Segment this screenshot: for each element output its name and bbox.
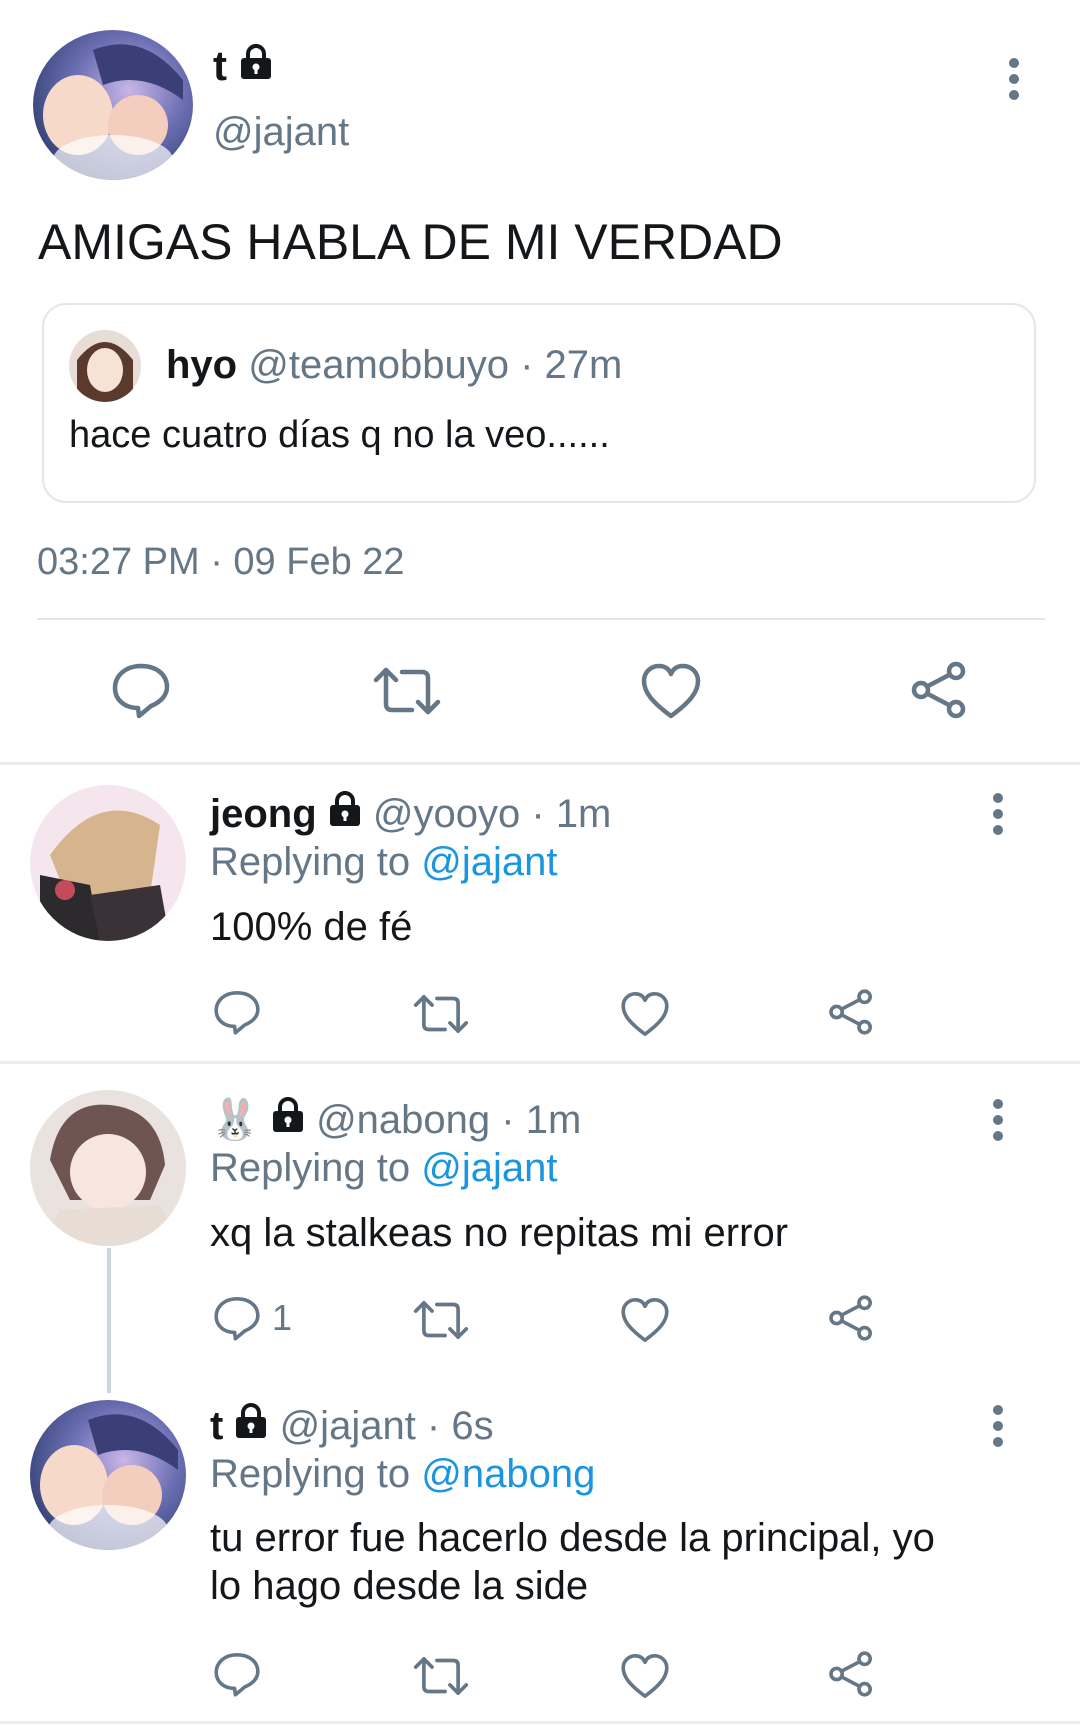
retweet-icon[interactable] [372,664,442,718]
reply-icon[interactable] [212,988,262,1036]
reply-text: xq la stalkeas no repitas mi error [210,1211,789,1255]
replying-to-link[interactable]: @jajant [421,840,557,884]
author-handle[interactable]: @jajant [213,108,349,156]
more-icon[interactable] [1009,58,1023,106]
avatar[interactable] [30,1400,186,1550]
like-icon[interactable] [620,1296,670,1344]
retweet-icon[interactable] [412,992,470,1036]
like-icon[interactable] [640,662,702,720]
more-icon[interactable] [993,793,1007,841]
replying-prefix: Replying to [210,1146,411,1190]
like-icon[interactable] [620,1652,670,1700]
divider [0,1061,1080,1064]
lock-icon [239,42,273,90]
reply-icon[interactable] [212,1294,262,1342]
thread-line [107,1248,111,1393]
replying-prefix: Replying to [210,840,411,884]
share-icon[interactable] [826,1294,876,1342]
quoted-tweet[interactable]: hyo @teamobbuyo · 27m hace cuatro días q… [42,303,1036,503]
reply-header[interactable]: 🐰 @nabong · 1m [210,1096,581,1144]
retweet-icon[interactable] [412,1298,470,1342]
quoted-text: hace cuatro días q no la veo...... [69,414,610,456]
author-name[interactable]: t [213,42,273,90]
reply-header[interactable]: jeong @yooyo · 1m [210,790,611,838]
more-icon[interactable] [993,1099,1007,1147]
lock-icon [234,1402,268,1450]
lock-icon [328,790,362,838]
reply-count: 1 [272,1297,293,1338]
avatar[interactable] [30,1090,186,1246]
replying-to-link[interactable]: @nabong [421,1452,595,1496]
display-name: jeong [210,792,317,836]
share-icon[interactable] [826,1650,876,1698]
replying-to: Replying to @nabong [210,1450,595,1498]
reply-header[interactable]: t @jajant · 6s [210,1402,494,1450]
divider [0,762,1080,765]
replying-to: Replying to @jajant [210,838,557,886]
share-icon[interactable] [908,660,970,720]
avatar [69,330,141,402]
display-name: t [210,1404,224,1448]
avatar[interactable] [30,785,186,941]
avatar[interactable] [33,30,193,180]
reply-text: tu error fue hacerlo desde la principal,… [210,1516,935,1560]
reply-icon[interactable] [212,1650,262,1698]
retweet-icon[interactable] [412,1654,470,1698]
replying-to: Replying to @jajant [210,1144,557,1192]
display-name: t [213,42,227,89]
handle-time: @yooyo · 1m [372,792,612,836]
reply-text: lo hago desde la side [210,1564,589,1608]
reply-icon[interactable] [110,660,172,720]
divider [37,618,1045,620]
share-icon[interactable] [826,988,876,1036]
display-name: 🐰 [210,1098,260,1142]
like-icon[interactable] [620,990,670,1038]
replying-to-link[interactable]: @jajant [421,1146,557,1190]
handle-time: @nabong · 1m [316,1098,582,1142]
quoted-display-name: hyo [166,343,238,387]
handle-time: @jajant · 6s [279,1404,494,1448]
tweet-timestamp: 03:27 PM · 09 Feb 22 [37,541,405,583]
divider [0,1721,1080,1724]
lock-icon [271,1096,305,1144]
more-icon[interactable] [993,1405,1007,1453]
quoted-handle-time: @teamobbuyo · 27m [248,343,623,387]
tweet-text: AMIGAS HABLA DE MI VERDAD [38,214,783,270]
reply-text: 100% de fé [210,905,413,949]
replying-prefix: Replying to [210,1452,411,1496]
